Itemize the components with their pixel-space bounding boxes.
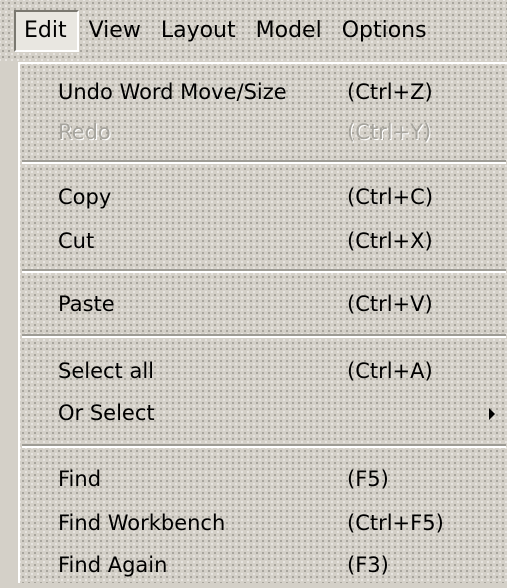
menu-item-copy[interactable]: Copy (Ctrl+C) xyxy=(20,174,500,220)
menu-separator xyxy=(22,269,506,273)
menubar-options[interactable]: Options xyxy=(334,10,437,52)
menu-item-shortcut: (Ctrl+X) xyxy=(347,229,433,253)
menu-separator xyxy=(22,160,506,164)
menu-item-shortcut: (Ctrl+F5) xyxy=(347,511,444,535)
menu-item-find-again[interactable]: Find Again (F3) xyxy=(20,542,500,588)
menu-item-shortcut: (F3) xyxy=(347,553,389,577)
menu-item-select-all[interactable]: Select all (Ctrl+A) xyxy=(20,348,500,394)
menu-item-label: Or Select xyxy=(58,401,155,425)
menubar-view[interactable]: View xyxy=(81,10,151,52)
menu-item-find[interactable]: Find (F5) xyxy=(20,456,500,502)
menu-item-label: Find Again xyxy=(58,553,168,577)
menu-item-or-select[interactable]: Or Select xyxy=(20,390,500,436)
menu-item-shortcut: (Ctrl+C) xyxy=(347,185,434,209)
menu-item-label: Undo Word Move/Size xyxy=(58,80,287,104)
edit-menu-dropdown: Undo Word Move/Size (Ctrl+Z) Redo (Ctrl+… xyxy=(18,62,507,583)
menu-item-label: Find Workbench xyxy=(58,511,226,535)
menu-item-shortcut: (Ctrl+Z) xyxy=(347,80,433,104)
menu-separator xyxy=(22,444,506,448)
menu-item-shortcut: (F5) xyxy=(347,467,389,491)
menu-item-paste[interactable]: Paste (Ctrl+V) xyxy=(20,281,500,327)
menubar-edit[interactable]: Edit xyxy=(14,10,79,52)
menu-item-shortcut: (Ctrl+A) xyxy=(347,359,433,383)
menubar-model[interactable]: Model xyxy=(248,10,332,52)
menu-item-find-workbench[interactable]: Find Workbench (Ctrl+F5) xyxy=(20,500,500,546)
menu-item-label: Copy xyxy=(58,185,112,209)
menu-item-shortcut: (Ctrl+Y) xyxy=(347,120,432,144)
menubar-layout[interactable]: Layout xyxy=(153,10,246,52)
submenu-arrow-icon xyxy=(489,408,495,420)
menu-item-label: Select all xyxy=(58,359,154,383)
menu-item-redo: Redo (Ctrl+Y) xyxy=(20,109,500,155)
menu-separator xyxy=(22,334,506,338)
menu-item-label: Paste xyxy=(58,292,115,316)
menu-bar: Edit View Layout Model Options xyxy=(0,0,507,62)
menu-item-label: Redo xyxy=(58,120,111,144)
menu-item-cut[interactable]: Cut (Ctrl+X) xyxy=(20,218,500,264)
menu-item-label: Cut xyxy=(58,229,95,253)
menu-item-shortcut: (Ctrl+V) xyxy=(347,292,433,316)
menu-item-label: Find xyxy=(58,467,102,491)
